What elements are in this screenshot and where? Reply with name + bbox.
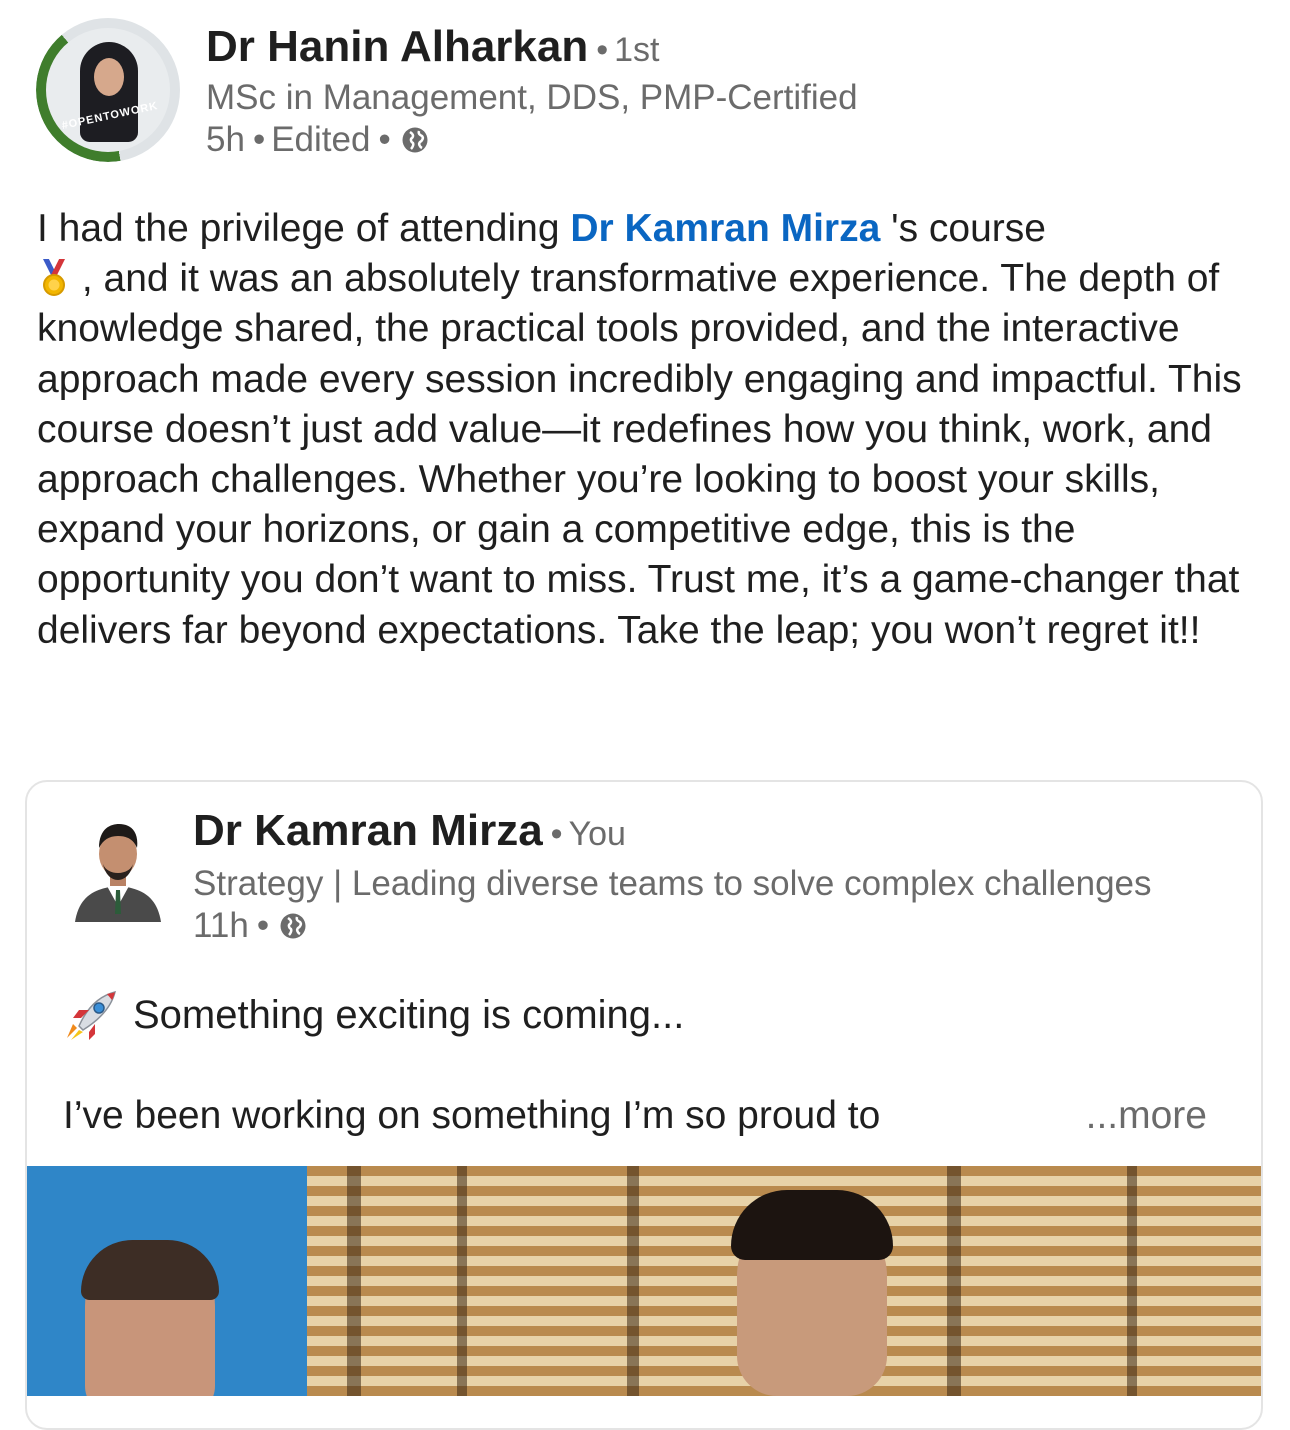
- globe-icon: [402, 127, 428, 153]
- medal-icon: [43, 259, 65, 297]
- separator-dot: •: [596, 31, 609, 69]
- shared-author-name[interactable]: Dr Kamran Mirza: [193, 806, 543, 855]
- reshared-post-card[interactable]: Dr Kamran Mirza • You Strategy | Leading d…: [25, 780, 1263, 1430]
- globe-icon: [280, 913, 306, 939]
- shared-post-meta: 11h •: [193, 906, 307, 946]
- author-headline: MSc in Management, DDS, PMP-Certified: [206, 78, 858, 117]
- shared-post-image[interactable]: [27, 1166, 1261, 1396]
- shared-post-line-1: Something exciting is coming...: [63, 988, 684, 1042]
- image-left-panel: [27, 1166, 307, 1396]
- shared-author-avatar[interactable]: [73, 806, 163, 926]
- shared-connection: You: [568, 815, 626, 853]
- rocket-icon: [67, 990, 117, 1040]
- image-person-left-hair: [81, 1240, 219, 1300]
- post-time: 5h: [206, 120, 245, 159]
- see-more-link[interactable]: ...more: [1086, 1094, 1207, 1138]
- separator-dot: •: [252, 120, 266, 159]
- post-body: I had the privilege of attending Dr Kamr…: [37, 204, 1247, 656]
- body-text-intro: I had the privilege of attending: [37, 207, 571, 250]
- shared-post-line-2: I’ve been working on something I’m so pr…: [63, 1094, 881, 1137]
- connection-degree: 1st: [614, 31, 660, 69]
- shared-post-time: 11h: [193, 906, 249, 945]
- author-name[interactable]: Dr Hanin Alharkan: [206, 22, 588, 71]
- body-text-main: , and it was an absolutely transformativ…: [37, 257, 1242, 652]
- edited-label: Edited: [271, 120, 371, 159]
- shared-post-teaser: Something exciting is coming...: [133, 992, 685, 1037]
- avatar-face: [94, 58, 124, 96]
- post-meta: 5h • Edited •: [206, 120, 429, 160]
- image-right-panel: [307, 1166, 1261, 1396]
- body-text-course: 's course: [880, 207, 1046, 250]
- shared-author-headline: Strategy | Leading diverse teams to solv…: [193, 864, 1152, 903]
- mention-link[interactable]: Dr Kamran Mirza: [570, 207, 880, 250]
- image-blind-shadow: [1127, 1166, 1137, 1396]
- image-blind-shadow: [457, 1166, 467, 1396]
- image-blind-shadow: [947, 1166, 961, 1396]
- separator-dot: •: [550, 815, 563, 853]
- author-name-row: Dr Hanin Alharkan • 1st: [206, 22, 660, 72]
- author-avatar[interactable]: #OPENTOWORK: [36, 18, 180, 162]
- image-person-right-hair: [731, 1190, 893, 1260]
- post-header: #OPENTOWORK Dr Hanin Alharkan • 1st MSc in…: [36, 18, 1256, 168]
- avatar-photo: [46, 28, 170, 152]
- separator-dot: •: [378, 120, 391, 159]
- image-blind-shadow: [627, 1166, 639, 1396]
- separator-dot: •: [256, 906, 270, 945]
- shared-author-name-row: Dr Kamran Mirza • You: [193, 806, 626, 856]
- image-blind-shadow: [347, 1166, 361, 1396]
